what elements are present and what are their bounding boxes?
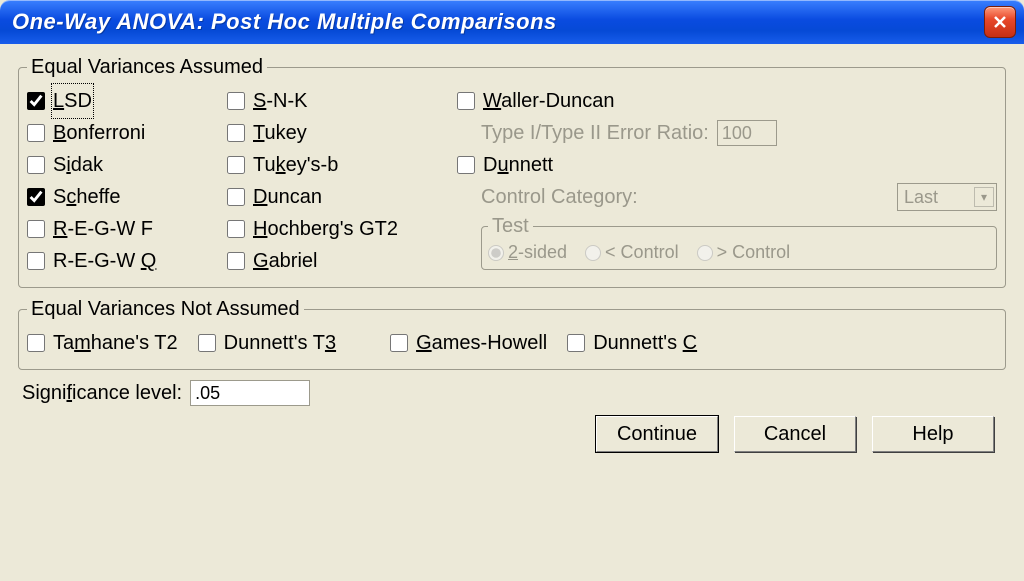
checkbox-snk-input[interactable] — [227, 92, 245, 110]
checkbox-gabriel[interactable]: Gabriel — [227, 245, 457, 277]
checkbox-tukeysb[interactable]: Tukey's-b — [227, 149, 457, 181]
checkbox-dunnett[interactable]: Dunnett — [457, 149, 997, 181]
checkbox-scheffe[interactable]: Scheffe — [27, 181, 227, 213]
chevron-down-icon: ▾ — [974, 187, 994, 207]
radio-gt-control-input — [697, 245, 713, 261]
checkbox-dunnett-c[interactable]: Dunnett's C — [567, 327, 697, 359]
checkbox-duncan[interactable]: Duncan — [227, 181, 457, 213]
checkbox-bonferroni-label: Bonferroni — [53, 117, 145, 149]
radio-lt-control-label: < Control — [605, 242, 679, 263]
checkbox-duncan-label: Duncan — [253, 181, 322, 213]
checkbox-waller-duncan-input[interactable] — [457, 92, 475, 110]
checkbox-tukey-label: Tukey — [253, 117, 307, 149]
checkbox-tamhane[interactable]: Tamhane's T2 — [27, 327, 178, 359]
radio-gt-control: > Control — [697, 242, 791, 263]
radio-2sided-input — [488, 245, 504, 261]
control-category-value: Last — [904, 187, 938, 208]
checkbox-tukeysb-label: Tukey's-b — [253, 149, 338, 181]
checkbox-sidak-label: Sidak — [53, 149, 103, 181]
checkbox-sidak[interactable]: Sidak — [27, 149, 227, 181]
checkbox-waller-duncan[interactable]: Waller-Duncan — [457, 85, 997, 117]
checkbox-regwf-label: R-E-G-W F — [53, 213, 153, 245]
radio-lt-control: < Control — [585, 242, 679, 263]
significance-input[interactable] — [190, 380, 310, 406]
group-not-equal-variances: Equal Variances Not Assumed Tamhane's T2… — [18, 298, 1006, 370]
checkbox-hochberg[interactable]: Hochberg's GT2 — [227, 213, 457, 245]
radio-2sided-label: 2-sided — [508, 242, 567, 263]
button-row: Continue Cancel Help — [18, 416, 1006, 452]
checkbox-dunnett-t3-label: Dunnett's T3 — [224, 327, 336, 359]
checkbox-dunnett-input[interactable] — [457, 156, 475, 174]
checkbox-regwq-input[interactable] — [27, 252, 45, 270]
checkbox-dunnett-t3-input[interactable] — [198, 334, 216, 352]
group-test-legend: Test — [488, 215, 533, 238]
significance-row: Significance level: — [22, 380, 1006, 406]
radio-2sided: 2-sided — [488, 242, 567, 263]
checkbox-tukey[interactable]: Tukey — [227, 117, 457, 149]
radio-lt-control-input — [585, 245, 601, 261]
cancel-button[interactable]: Cancel — [734, 416, 856, 452]
checkbox-hochberg-label: Hochberg's GT2 — [253, 213, 398, 245]
checkbox-scheffe-input[interactable] — [27, 188, 45, 206]
group-test: Test 2-sided < Control > Control — [481, 215, 997, 270]
error-ratio-row: Type I/Type II Error Ratio: — [481, 117, 997, 149]
control-category-select: Last ▾ — [897, 183, 997, 211]
checkbox-games-howell[interactable]: Games-Howell — [390, 327, 547, 359]
checkbox-hochberg-input[interactable] — [227, 220, 245, 238]
checkbox-snk[interactable]: S-N-K — [227, 85, 457, 117]
checkbox-tamhane-label: Tamhane's T2 — [53, 327, 178, 359]
checkbox-dunnett-t3[interactable]: Dunnett's T3 — [198, 327, 336, 359]
close-button[interactable] — [984, 6, 1016, 38]
checkbox-bonferroni-input[interactable] — [27, 124, 45, 142]
checkbox-waller-duncan-label: Waller-Duncan — [483, 85, 615, 117]
checkbox-gabriel-input[interactable] — [227, 252, 245, 270]
checkbox-snk-label: S-N-K — [253, 85, 307, 117]
continue-button[interactable]: Continue — [596, 416, 718, 452]
group-equal-variances-legend: Equal Variances Assumed — [27, 56, 267, 79]
title-bar: One-Way ANOVA: Post Hoc Multiple Compari… — [0, 0, 1024, 44]
checkbox-duncan-input[interactable] — [227, 188, 245, 206]
checkbox-dunnett-c-label: Dunnett's C — [593, 327, 697, 359]
checkbox-gabriel-label: Gabriel — [253, 245, 317, 277]
checkbox-regwf[interactable]: R-E-G-W F — [27, 213, 227, 245]
checkbox-regwf-input[interactable] — [27, 220, 45, 238]
checkbox-scheffe-label: Scheffe — [53, 181, 120, 213]
checkbox-lsd-label: LSD — [53, 85, 92, 117]
checkbox-tukeysb-input[interactable] — [227, 156, 245, 174]
checkbox-regwq[interactable]: R-E-G-W Q — [27, 245, 227, 277]
radio-gt-control-label: > Control — [717, 242, 791, 263]
checkbox-tukey-input[interactable] — [227, 124, 245, 142]
checkbox-bonferroni[interactable]: Bonferroni — [27, 117, 227, 149]
checkbox-lsd[interactable]: LSD — [27, 85, 227, 117]
help-button[interactable]: Help — [872, 416, 994, 452]
window-title: One-Way ANOVA: Post Hoc Multiple Compari… — [12, 9, 557, 35]
checkbox-dunnett-c-input[interactable] — [567, 334, 585, 352]
checkbox-regwq-label: R-E-G-W Q — [53, 245, 156, 277]
checkbox-tamhane-input[interactable] — [27, 334, 45, 352]
checkbox-games-howell-input[interactable] — [390, 334, 408, 352]
checkbox-dunnett-label: Dunnett — [483, 149, 553, 181]
control-category-row: Control Category: Last ▾ — [481, 181, 997, 213]
close-icon — [992, 14, 1008, 30]
group-not-equal-variances-legend: Equal Variances Not Assumed — [27, 298, 304, 321]
error-ratio-input — [717, 120, 777, 146]
group-equal-variances: Equal Variances Assumed LSD Bonferroni S… — [18, 56, 1006, 288]
checkbox-lsd-input[interactable] — [27, 92, 45, 110]
significance-label: Significance level: — [22, 382, 182, 405]
checkbox-games-howell-label: Games-Howell — [416, 327, 547, 359]
error-ratio-label: Type I/Type II Error Ratio: — [481, 122, 709, 145]
checkbox-sidak-input[interactable] — [27, 156, 45, 174]
client-area: Equal Variances Assumed LSD Bonferroni S… — [0, 44, 1024, 466]
control-category-label: Control Category: — [481, 186, 638, 209]
